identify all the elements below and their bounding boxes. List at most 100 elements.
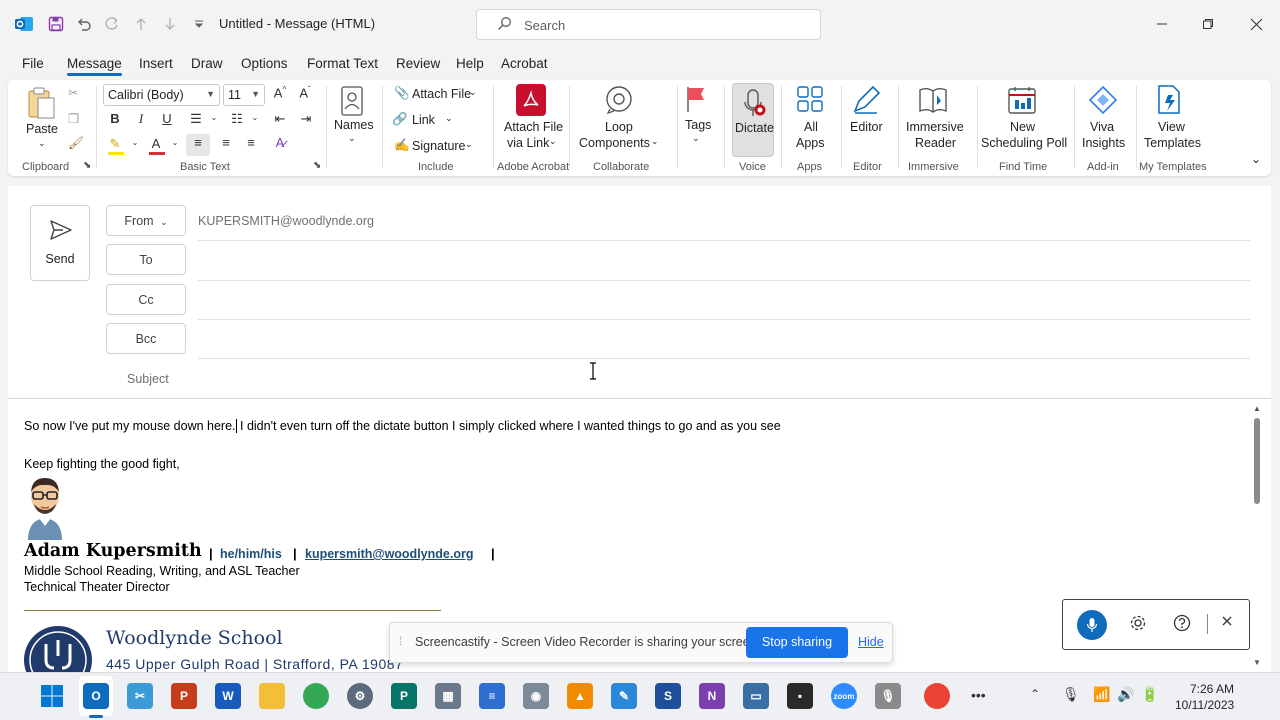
cut-icon[interactable]: ✂ [68,85,78,100]
sticky-notes-icon[interactable]: ▪ [787,683,813,709]
clipboard-launcher-icon[interactable]: ⬊ [83,160,91,171]
cc-button[interactable]: Cc [106,284,186,315]
zoom-icon[interactable]: zoom [831,683,857,709]
calculator-icon[interactable]: ▦ [435,683,461,709]
send-button[interactable]: Send [30,205,90,281]
hide-link[interactable]: Hide [858,635,884,649]
minimize-button[interactable] [1147,10,1177,38]
chevron-down-icon[interactable]: ⌄ [692,133,700,144]
sway-icon[interactable]: S [655,683,681,709]
volume-icon[interactable]: 🔊 [1117,686,1134,703]
styles-icon[interactable]: A̷ [270,135,290,155]
chevron-down-icon[interactable]: ⌄ [348,133,356,144]
onenote-icon[interactable]: N [699,683,725,709]
tab-message[interactable]: Message [67,56,122,76]
bullets-icon[interactable]: ☰ [186,111,206,131]
wifi-icon[interactable]: 📶 [1093,686,1110,703]
dictate-button[interactable]: Dictate [732,83,774,157]
view-templates-line2[interactable]: Templates [1144,136,1201,150]
tab-draw[interactable]: Draw [191,56,223,71]
editor-app-icon[interactable]: ✎ [611,683,637,709]
view-templates-line1[interactable]: View [1158,120,1185,134]
outlook-taskbar-icon[interactable]: O [83,683,109,709]
to-field[interactable] [198,246,1250,276]
loop-components-line2[interactable]: Components [579,136,650,150]
scheduling-poll-line2[interactable]: Scheduling Poll [981,136,1067,150]
copy-icon[interactable]: ❐ [68,111,79,126]
bcc-button[interactable]: Bcc [106,323,186,354]
names-button[interactable]: Names [334,118,374,132]
chevron-down-icon[interactable]: ⌄ [445,113,453,124]
numbering-icon[interactable]: ☷ [227,111,247,131]
chevron-down-icon[interactable]: ⌄ [165,138,185,158]
italic-icon[interactable]: I [131,111,151,131]
redo-icon[interactable] [102,14,122,34]
help-icon[interactable] [1173,614,1191,635]
battery-icon[interactable]: 🔋 [1141,686,1158,703]
attach-via-link-line2[interactable]: via Link [507,136,549,150]
camera-icon[interactable]: ◉ [523,683,549,709]
chevron-down-icon[interactable]: ⌄ [204,113,224,133]
underline-icon[interactable]: U [157,111,177,131]
chrome-profile-icon[interactable] [924,683,950,709]
clock-date[interactable]: 10/11/2023 [1175,698,1234,712]
immersive-reader-line2[interactable]: Reader [915,136,956,150]
subject-field[interactable] [198,362,1250,394]
attach-via-link-line1[interactable]: Attach File [504,120,563,134]
restore-button[interactable] [1193,10,1223,38]
scroll-down-icon[interactable]: ▼ [1253,658,1261,667]
arrow-up-icon[interactable] [131,14,151,34]
signature-button[interactable]: Signature [412,139,466,153]
tab-options[interactable]: Options [241,56,288,71]
stop-sharing-button[interactable]: Stop sharing [746,627,848,658]
publisher-icon[interactable]: P [391,683,417,709]
signature-email-link[interactable]: kupersmith@woodlynde.org [305,547,473,561]
to-button[interactable]: To [106,244,186,275]
save-icon[interactable] [46,14,66,34]
shrink-font-icon[interactable]: Aˇ [295,85,315,105]
paste-chevron-icon[interactable]: ⌄ [38,138,46,149]
paste-button[interactable]: Paste [26,122,58,136]
tags-button[interactable]: Tags [685,118,711,132]
editor-button[interactable]: Editor [850,120,883,134]
tab-acrobat[interactable]: Acrobat [501,56,548,71]
ribbon-expand-icon[interactable]: ⌄ [1251,152,1261,166]
arrow-down-icon[interactable] [160,14,180,34]
bold-icon[interactable]: B [105,111,125,131]
word-icon[interactable]: W [215,683,241,709]
drag-handle-icon[interactable]: ⁞ [399,634,402,648]
decrease-indent-icon[interactable]: ⇤ [270,111,290,131]
settings-icon[interactable]: ⚙ [347,683,373,709]
font-launcher-icon[interactable]: ⬊ [313,160,321,171]
tab-help[interactable]: Help [456,56,484,71]
tab-insert[interactable]: Insert [139,56,173,71]
vertical-scrollbar[interactable]: ▲ ▼ [1250,404,1264,672]
scroll-up-icon[interactable]: ▲ [1253,404,1261,413]
cc-field[interactable] [198,286,1250,316]
chevron-down-icon[interactable]: ⌄ [465,139,473,150]
dictation-mic-button[interactable] [1077,610,1107,640]
snipping-tool-icon[interactable]: ✂ [127,683,153,709]
scroll-thumb[interactable] [1254,418,1260,504]
attach-file-button[interactable]: Attach File [412,87,471,101]
chevron-down-icon[interactable]: ⌄ [469,87,477,98]
vlc-icon[interactable]: ▲ [567,683,593,709]
increase-indent-icon[interactable]: ⇥ [296,111,316,131]
viva-insights-line2[interactable]: Insights [1082,136,1125,150]
grow-font-icon[interactable]: A^ [270,85,290,105]
tab-review[interactable]: Review [396,56,440,71]
clock-time[interactable]: 7:26 AM [1190,682,1234,696]
viva-insights-line1[interactable]: Viva [1090,120,1114,134]
voice-recorder-icon[interactable]: 🎙 [875,683,901,709]
chevron-up-icon[interactable]: ⌃ [1030,687,1040,701]
tab-format-text[interactable]: Format Text [307,56,378,71]
remote-desktop-icon[interactable]: ▭ [743,683,769,709]
chevron-down-icon[interactable]: ⌄ [651,136,659,147]
notepad-icon[interactable]: ≡ [479,683,505,709]
bcc-field[interactable] [198,325,1250,355]
immersive-reader-line1[interactable]: Immersive [906,120,964,134]
chrome-icon[interactable] [303,683,329,709]
close-button[interactable] [1241,10,1271,38]
font-size-select[interactable]: 11 ▼ [223,84,265,106]
from-button[interactable]: From ⌄ [106,205,186,236]
